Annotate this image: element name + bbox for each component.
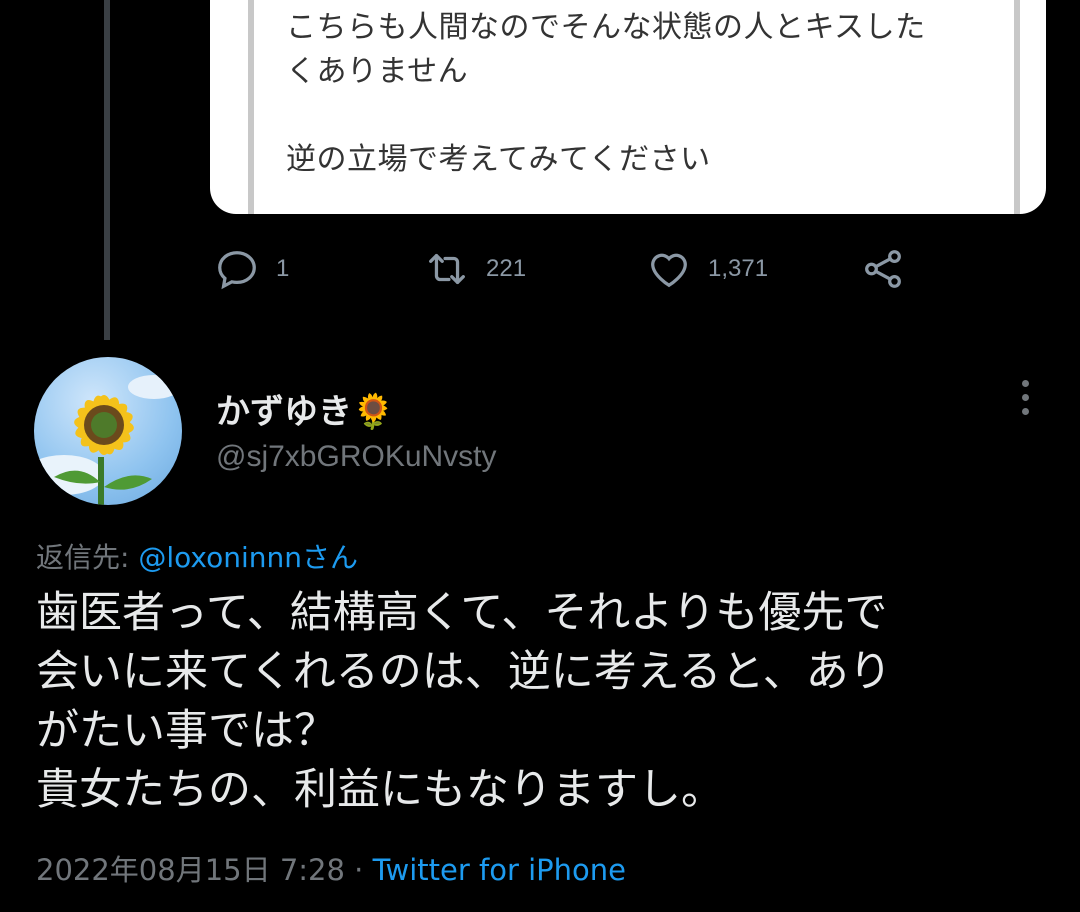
reply-to-prefix: 返信先: xyxy=(36,541,139,574)
tweet-source[interactable]: Twitter for iPhone xyxy=(373,853,626,887)
retweet-button[interactable]: 221 xyxy=(424,246,526,292)
tweet-meta: 2022年08月15日 7:28 · Twitter for iPhone xyxy=(36,847,626,889)
more-options-icon[interactable] xyxy=(1010,380,1040,424)
display-name[interactable]: かずゆき🌻 xyxy=(216,384,394,433)
quoted-tweet-text: こちらも人間なのでそんな状態の人とキスした くありません 逆の立場で考えてみてく… xyxy=(286,10,926,177)
tweet-action-bar: 1 221 1,371 xyxy=(214,246,934,294)
user-handle[interactable]: @sj7xbGROKuNvsty xyxy=(216,440,497,474)
reply-count: 1 xyxy=(276,255,290,282)
reply-to-line: 返信先: @loxoninnnさん xyxy=(36,536,358,576)
quoted-tweet-card[interactable]: こちらも人間なのでそんな状態の人とキスした くありません 逆の立場で考えてみてく… xyxy=(210,0,1046,214)
retweet-count: 221 xyxy=(486,255,527,282)
meta-separator: · xyxy=(344,853,373,887)
like-count: 1,371 xyxy=(708,255,769,282)
tweet-body-text: 歯医者って、結構高くて、それよりも優先で 会いに来てくれるのは、逆に考えると、あ… xyxy=(36,588,892,815)
reply-icon xyxy=(218,251,256,290)
retweet-icon xyxy=(429,253,465,285)
share-icon xyxy=(865,250,901,288)
quoted-tweet-inner: こちらも人間なのでそんな状態の人とキスした くありません 逆の立場で考えてみてく… xyxy=(248,0,1020,214)
avatar[interactable] xyxy=(34,357,182,505)
thread-connector-line xyxy=(104,0,110,340)
reply-button[interactable]: 1 xyxy=(214,246,289,292)
display-name-text: かずゆき🌻 xyxy=(216,392,395,432)
share-button[interactable] xyxy=(860,246,906,292)
reply-to-mention[interactable]: @loxoninnnさん xyxy=(138,541,358,574)
tweet-timestamp[interactable]: 2022年08月15日 7:28 xyxy=(36,853,345,887)
sunflower-avatar-image xyxy=(34,375,180,505)
like-icon xyxy=(651,253,687,288)
like-button[interactable]: 1,371 xyxy=(646,246,768,292)
